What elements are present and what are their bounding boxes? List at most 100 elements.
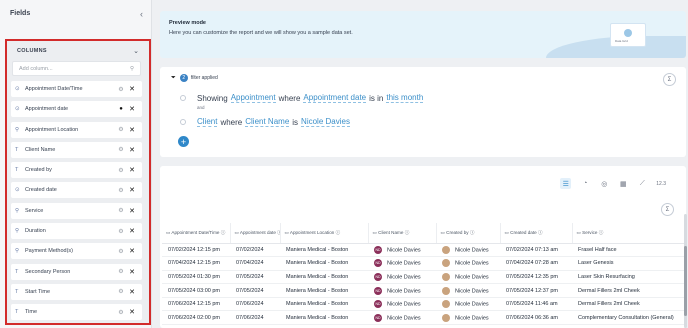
field-row[interactable]: T Time ⚙ ✕: [11, 304, 142, 321]
column-header[interactable]: ▭ Appointment Date/Time ⓘ: [162, 223, 231, 244]
table-cell: ND Nicole Davies: [368, 243, 436, 258]
remove-icon[interactable]: ✕: [126, 146, 138, 154]
remove-icon[interactable]: ✕: [126, 227, 138, 235]
remove-icon[interactable]: ✕: [126, 85, 138, 93]
cell-value: Nicole Davies: [455, 247, 489, 254]
field-label: Appointment date: [25, 106, 69, 113]
table-cell: ND Nicole Davies: [368, 256, 436, 271]
settings-icon[interactable]: ⚙: [116, 146, 126, 153]
cell-value: Nicole Davies: [455, 301, 489, 308]
field-row[interactable]: ⚲ Payment Method(s) ⚙ ✕: [11, 243, 142, 260]
field-row[interactable]: T Created by ⚙ ✕: [11, 162, 142, 179]
settings-icon[interactable]: ⚙: [116, 268, 126, 275]
text-icon: T: [15, 167, 19, 174]
sidebar-header: Fields ‹: [0, 0, 152, 27]
field-label: Appointment Date/Time: [25, 86, 83, 92]
scrollbar-thumb[interactable]: [684, 246, 687, 316]
settings-icon[interactable]: ⚙: [116, 228, 126, 235]
condition-radio[interactable]: [180, 119, 186, 125]
settings-icon[interactable]: ⚙: [116, 187, 126, 194]
filter-field[interactable]: Client Name: [245, 117, 290, 127]
columns-header[interactable]: COLUMNS ⌄: [7, 41, 149, 56]
clock-icon: ⊙: [15, 106, 20, 113]
field-label: Created by: [25, 167, 52, 174]
table-cell: Nicole Davies: [436, 310, 500, 326]
column-header-label: Appointment date: [239, 229, 276, 235]
sigma-icon[interactable]: Σ: [663, 73, 676, 86]
settings-icon[interactable]: ⚙: [116, 86, 126, 93]
cell-value: 07/05/2024: [236, 287, 264, 294]
donut-chart-icon[interactable]: ◎: [599, 179, 609, 189]
filter-field[interactable]: Appointment date: [303, 93, 367, 103]
column-header[interactable]: ▭ Appointment Location ⓘ: [280, 223, 369, 244]
filter-header: ⏷ 2 filter applied: [171, 74, 218, 82]
number-view-button[interactable]: 12.3: [656, 181, 666, 187]
settings-active-icon[interactable]: ●: [116, 106, 126, 112]
grid-chart-icon[interactable]: ▦: [618, 179, 628, 189]
chevron-down-icon[interactable]: ⌄: [133, 47, 139, 55]
remove-icon[interactable]: ✕: [126, 308, 138, 316]
clock-icon: ⊙: [15, 187, 20, 194]
filter-entity[interactable]: Appointment: [230, 93, 276, 103]
table-row[interactable]: 07/04/2024 12:15 pm 07/04/2024 Maniera Med…: [162, 256, 686, 271]
field-row[interactable]: ⊙ Created date ⚙ ✕: [11, 182, 142, 199]
field-row[interactable]: ⚲ Duration ⚙ ✕: [11, 223, 142, 240]
cell-value: Maniera Medical - Boston: [286, 314, 349, 321]
avatar: [442, 286, 450, 295]
line-chart-icon[interactable]: ⟋: [637, 179, 647, 189]
remove-icon[interactable]: ✕: [126, 105, 138, 113]
column-header[interactable]: ▭ Service ⓘ: [572, 223, 686, 244]
remove-icon[interactable]: ✕: [126, 268, 138, 276]
field-label: Time: [25, 309, 38, 316]
remove-icon[interactable]: ✕: [126, 186, 138, 194]
field-row[interactable]: T Start Time ⚙ ✕: [11, 283, 142, 300]
field-row[interactable]: ⊙ Appointment date ● ✕: [11, 101, 142, 118]
pie-chart-icon[interactable]: ◔: [580, 179, 590, 189]
table-body: 07/02/2024 12:15 pm 07/02/2024 Maniera Med…: [162, 243, 686, 326]
avatar: [442, 245, 450, 254]
remove-icon[interactable]: ✕: [126, 207, 138, 215]
column-header[interactable]: ▭ Appointment date ⓘ: [230, 223, 281, 244]
table-cell: Dermal Fillers 2ml Cheek: [572, 297, 686, 312]
field-row[interactable]: ⚲ Appointment Location ⚙ ✕: [11, 121, 142, 138]
fields-sidebar: Fields ‹ COLUMNS ⌄ Add column... ⚲ ⊙ Appo…: [0, 0, 152, 328]
table-row[interactable]: 07/06/2024 12:15 pm 07/06/2024 Maniera Med…: [162, 297, 686, 312]
sigma-icon[interactable]: Σ: [661, 203, 674, 216]
settings-icon[interactable]: ⚙: [116, 288, 126, 295]
settings-icon[interactable]: ⚙: [116, 309, 126, 316]
table-header-row: ▭ Appointment Date/Time ⓘ ▭ Appointment d…: [162, 223, 686, 244]
remove-icon[interactable]: ✕: [126, 126, 138, 134]
filter-value[interactable]: Nicole Davies: [301, 117, 350, 127]
search-icon: ⚲: [15, 126, 20, 133]
settings-icon[interactable]: ⚙: [116, 248, 126, 255]
remove-icon[interactable]: ✕: [126, 247, 138, 255]
field-row[interactable]: ⊙ Appointment Date/Time ⚙ ✕: [11, 81, 142, 97]
settings-icon[interactable]: ⚙: [116, 167, 126, 174]
column-header[interactable]: ▭ Created by ⓘ: [436, 223, 501, 244]
table-row[interactable]: 07/05/2024 01:30 pm 07/05/2024 Maniera Med…: [162, 270, 686, 285]
filter-condition-2: Client where Client Name is Nicole Davie…: [180, 117, 353, 127]
table-row[interactable]: 07/02/2024 12:15 pm 07/02/2024 Maniera Med…: [162, 243, 686, 258]
field-row[interactable]: T Client Name ⚙ ✕: [11, 141, 142, 158]
field-row[interactable]: ⚲ Service ⚙ ✕: [11, 202, 142, 219]
funnel-icon[interactable]: ⏷: [171, 75, 176, 82]
filter-value[interactable]: this month: [386, 93, 424, 103]
settings-icon[interactable]: ⚙: [116, 126, 126, 133]
avatar: ND: [374, 313, 382, 322]
add-column-input[interactable]: Add column... ⚲: [12, 61, 141, 76]
remove-icon[interactable]: ✕: [126, 288, 138, 296]
remove-icon[interactable]: ✕: [126, 166, 138, 174]
banner-title: Preview mode: [169, 20, 206, 26]
condition-radio[interactable]: [180, 95, 186, 101]
chevron-left-icon[interactable]: ‹: [140, 9, 143, 19]
add-filter-button[interactable]: +: [178, 136, 189, 147]
settings-icon[interactable]: ⚙: [116, 207, 126, 214]
table-row[interactable]: 07/05/2024 03:00 pm 07/05/2024 Maniera Med…: [162, 283, 686, 298]
column-header[interactable]: ▭ Created date ⓘ: [500, 223, 573, 244]
list-icon[interactable]: ☰: [560, 178, 572, 189]
field-row[interactable]: T Secondary Person ⚙ ✕: [11, 263, 142, 280]
table-row[interactable]: 07/06/2024 02:00 pm 07/06/2024 Maniera Med…: [162, 310, 686, 326]
column-header[interactable]: ▭ Client Name ⓘ: [368, 223, 437, 244]
filter-entity[interactable]: Client: [197, 117, 218, 127]
filter-operator: is: [292, 117, 299, 127]
